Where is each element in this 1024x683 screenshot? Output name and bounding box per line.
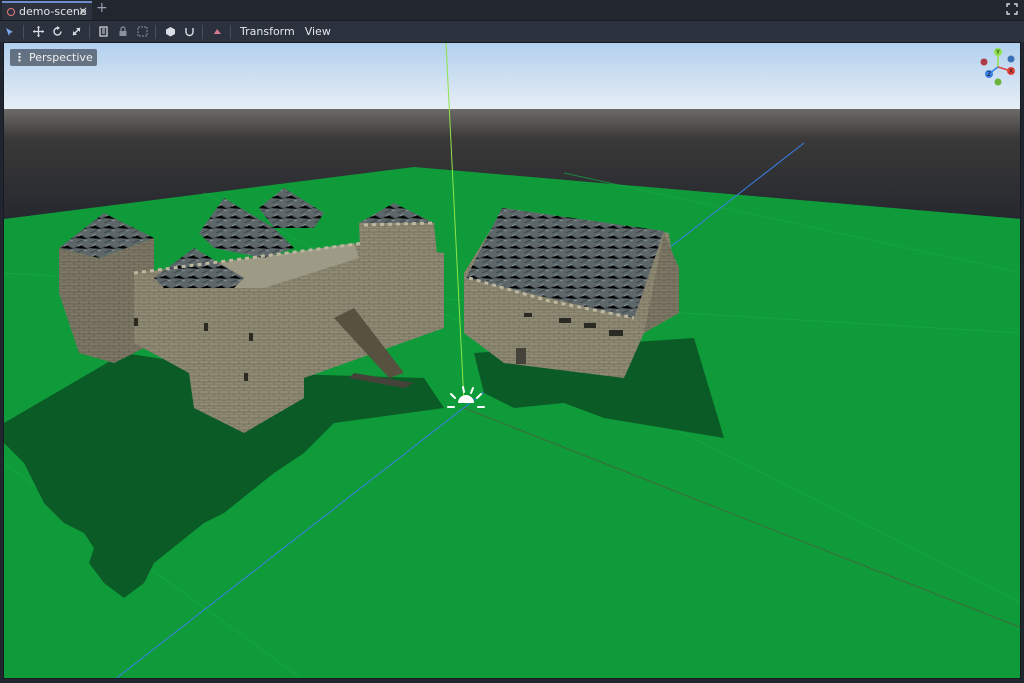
- close-tab-icon[interactable]: ×: [78, 4, 88, 18]
- gizmo-neg-y-handle[interactable]: [994, 78, 1002, 86]
- perspective-menu-button[interactable]: ⋮ Perspective: [10, 49, 97, 66]
- viewport-toolbar: Transform View: [0, 21, 1024, 42]
- select-tool-icon[interactable]: [1, 23, 19, 41]
- scale-tool-icon[interactable]: [67, 23, 85, 41]
- scene-tab-bar: demo-scene × +: [0, 0, 1024, 21]
- list-select-icon[interactable]: [95, 23, 113, 41]
- orientation-gizmo[interactable]: Y X Z: [978, 47, 1018, 87]
- move-tool-icon[interactable]: [29, 23, 47, 41]
- tab-demo-scene[interactable]: demo-scene ×: [2, 1, 92, 20]
- svg-text:Y: Y: [995, 49, 1000, 56]
- view-menu[interactable]: View: [300, 25, 336, 38]
- group-icon[interactable]: [133, 23, 151, 41]
- scene-node-icon: [7, 7, 15, 16]
- gizmo-neg-x-handle[interactable]: [980, 58, 988, 66]
- svg-text:X: X: [1009, 68, 1013, 75]
- sky: [4, 43, 1020, 109]
- 3d-viewport[interactable]: ⋮ Perspective Y X Z: [3, 42, 1021, 679]
- local-space-icon[interactable]: [161, 23, 179, 41]
- svg-text:Z: Z: [987, 71, 991, 78]
- perspective-label: Perspective: [29, 51, 93, 64]
- toolbar-separator: [89, 24, 90, 39]
- rotate-tool-icon[interactable]: [48, 23, 66, 41]
- transform-menu[interactable]: Transform: [235, 25, 300, 38]
- toolbar-separator: [230, 24, 231, 39]
- snap-icon[interactable]: [180, 23, 198, 41]
- toolbar-separator: [155, 24, 156, 39]
- tab-label: demo-scene: [19, 5, 87, 18]
- toolbar-separator: [202, 24, 203, 39]
- kebab-menu-icon: ⋮: [14, 51, 25, 64]
- fullscreen-icon[interactable]: [1006, 3, 1018, 15]
- gizmo-neg-z-handle[interactable]: [1007, 55, 1015, 63]
- camera-preview-icon[interactable]: [208, 23, 226, 41]
- lock-icon[interactable]: [114, 23, 132, 41]
- add-tab-button[interactable]: +: [96, 0, 108, 16]
- scene-render[interactable]: [4, 43, 1021, 679]
- toolbar-separator: [23, 24, 24, 39]
- editor-window: demo-scene × + Transform View ⋮ Perspect…: [0, 0, 1024, 683]
